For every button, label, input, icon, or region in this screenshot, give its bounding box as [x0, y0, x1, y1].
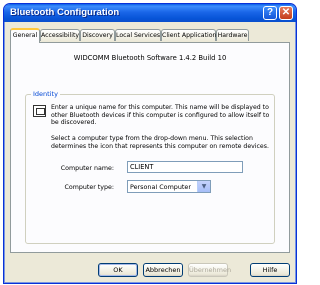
- computer-type-select[interactable]: Personal Computer ▼: [127, 180, 211, 193]
- tab-hardware[interactable]: Hardware: [216, 29, 249, 41]
- window-title: Bluetooth Configuration: [10, 7, 120, 18]
- computer-type-label: Computer type:: [64, 184, 115, 191]
- title-bar[interactable]: Bluetooth Configuration ? ✕: [4, 4, 296, 22]
- software-version: WIDCOMM Bluetooth Software 1.4.2 Build 1…: [73, 54, 227, 62]
- chevron-down-icon[interactable]: ▼: [197, 181, 210, 192]
- tab-accessibility[interactable]: Accessibility: [40, 29, 80, 41]
- tab-discovery[interactable]: Discovery: [80, 29, 115, 41]
- type-description: Select a computer type from the drop-dow…: [51, 135, 269, 150]
- computer-type-value: Personal Computer: [130, 183, 191, 191]
- apply-button[interactable]: Übernehmen: [188, 263, 231, 277]
- help-icon: ?: [266, 7, 274, 18]
- tab-client-applications[interactable]: Client Applications: [161, 29, 220, 41]
- help-button[interactable]: Hilfe: [250, 263, 290, 277]
- tab-local-services[interactable]: Local Services: [115, 29, 161, 41]
- tab-general[interactable]: General: [10, 28, 40, 43]
- ok-button[interactable]: OK: [98, 263, 138, 277]
- name-description: Enter a unique name for this computer. T…: [51, 104, 270, 127]
- tab-strip: General Accessibility Discovery Local Se…: [10, 28, 290, 43]
- computer-name-input[interactable]: CLIENT: [127, 161, 243, 173]
- computer-name-label: Computer name:: [60, 165, 114, 172]
- identity-group: Identity Enter a unique name for this co…: [25, 90, 275, 244]
- help-title-button[interactable]: ?: [263, 6, 277, 20]
- computer-icon: [33, 105, 46, 117]
- identity-group-label: Identity: [31, 90, 60, 98]
- general-panel: WIDCOMM Bluetooth Software 1.4.2 Build 1…: [10, 42, 290, 253]
- close-button[interactable]: ✕: [279, 6, 293, 20]
- close-icon: ✕: [281, 7, 291, 18]
- cancel-button[interactable]: Abbrechen: [143, 263, 183, 277]
- bluetooth-configuration-window: Bluetooth Configuration ? ✕ General Acce…: [3, 3, 297, 284]
